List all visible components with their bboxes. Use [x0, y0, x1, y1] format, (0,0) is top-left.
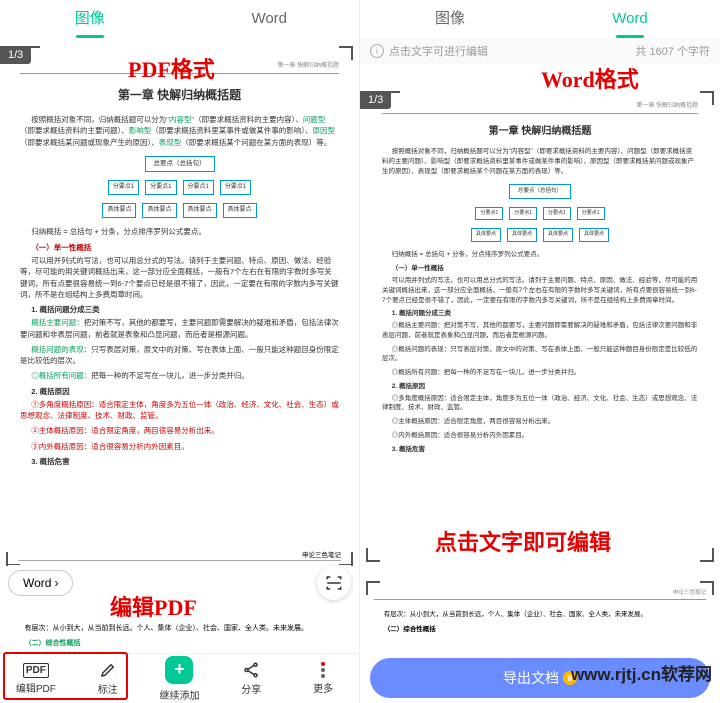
share-icon — [242, 661, 260, 679]
crop-corner[interactable] — [700, 548, 714, 562]
diagram: 总要点（总括句） 分要点1 分要点1 分要点1 分要点1 具体要点 具体要点 具… — [440, 184, 640, 241]
tab-image-left[interactable]: 图像 — [0, 0, 180, 38]
right-doc-area: 1/3 第一章 快解归纳概括题 第一章 快解归纳概括题 按照概括对象不同，归纳概… — [360, 64, 720, 653]
annotation-click-edit: 点击文字即可编辑 — [435, 525, 611, 557]
doc-intro: 按照概括对象不同，归纳概括题可以分为"内容型"（即要求概括资料的主要内容）、问题… — [20, 114, 339, 148]
crop-corner[interactable] — [339, 552, 353, 566]
crop-corner[interactable] — [366, 581, 380, 595]
doc-intro: 按照概括对象不同，归纳概括题可以分为"内容型"（即要求概括资料的主要内容）、问题… — [382, 147, 698, 176]
more-icon — [321, 662, 325, 678]
doc-title: 第一章 快解归纳概括题 — [382, 124, 698, 139]
diagram: 总要点（总括句） 分要点1 分要点1 分要点1 分要点1 具体要点 具体要点 具… — [60, 156, 300, 218]
tab-word-left[interactable]: Word — [180, 0, 360, 38]
share-button[interactable]: 分享 — [215, 654, 287, 703]
page-indicator-left: 1/3 — [0, 46, 31, 64]
left-doc-area: 1/3 第一章 快解归纳概括题 第一章 快解归纳概括题 按照概括对象不同，归纳概… — [0, 38, 359, 653]
doc-header: 第一章 快解归纳概括题 — [382, 102, 698, 114]
tab-image-right[interactable]: 图像 — [360, 0, 540, 38]
sec1-p1: 可以用并列式的写法，也可以用总分式的写法。请列于主要问题、特点、原因、做法、经验… — [20, 255, 339, 300]
sec4: 3. 概括危害 — [20, 456, 339, 467]
plus-icon: + — [165, 656, 193, 684]
page-indicator-right: 1/3 — [360, 91, 391, 109]
word-chip[interactable]: Word› — [8, 570, 73, 596]
annotation-edit-pdf: 编辑PDF — [110, 590, 197, 622]
crop-corner[interactable] — [700, 581, 714, 595]
tab-word-right[interactable]: Word — [540, 0, 720, 38]
annotation-word-format: Word格式 — [541, 62, 639, 94]
sec2: 1. 概括问题分成三类 — [20, 304, 339, 315]
crop-corner[interactable] — [366, 548, 380, 562]
crop-corner[interactable] — [339, 46, 353, 60]
sec3: 2. 概括原因 — [20, 386, 339, 397]
char-count: 共 1607 个字符 — [635, 43, 710, 59]
formula: 归纳概括 = 总括句 + 分条，分点排序罗列公式要点。 — [20, 226, 339, 237]
doc-content-left[interactable]: 第一章 快解归纳概括题 第一章 快解归纳概括题 按照概括对象不同，归纳概括题可以… — [6, 44, 353, 475]
note-line: 申论三色笔记 — [18, 549, 341, 561]
right-tabs: 图像 Word — [360, 0, 720, 38]
left-tabs: 图像 Word — [0, 0, 359, 38]
annotation-pdf-format: PDF格式 — [128, 52, 215, 84]
sec1: （一）单一性概括 — [20, 242, 339, 253]
crop-corner[interactable] — [700, 91, 714, 105]
info-text: 点击文字可进行编辑 — [389, 43, 488, 59]
info-bar: i 点击文字可进行编辑 共 1607 个字符 — [360, 38, 720, 64]
scan-button[interactable] — [317, 566, 351, 600]
crop-corner[interactable] — [6, 552, 20, 566]
watermark: www.rjtj.cn软荐网 — [571, 660, 712, 685]
scan-icon — [325, 574, 343, 592]
highlight-redbox — [3, 652, 128, 700]
doc-title: 第一章 快解归纳概括题 — [20, 86, 339, 104]
info-icon: i — [370, 44, 384, 58]
right-pane: 图像 Word i 点击文字可进行编辑 共 1607 个字符 1/3 第一章 快… — [360, 0, 720, 703]
doc-content-right[interactable]: 第一章 快解归纳概括题 第一章 快解归纳概括题 按照概括对象不同，归纳概括题可以… — [366, 70, 714, 462]
more-button[interactable]: 更多 — [287, 654, 359, 703]
chevron-right-icon: › — [54, 576, 58, 590]
continue-add-button[interactable]: + 继续添加 — [144, 654, 216, 703]
